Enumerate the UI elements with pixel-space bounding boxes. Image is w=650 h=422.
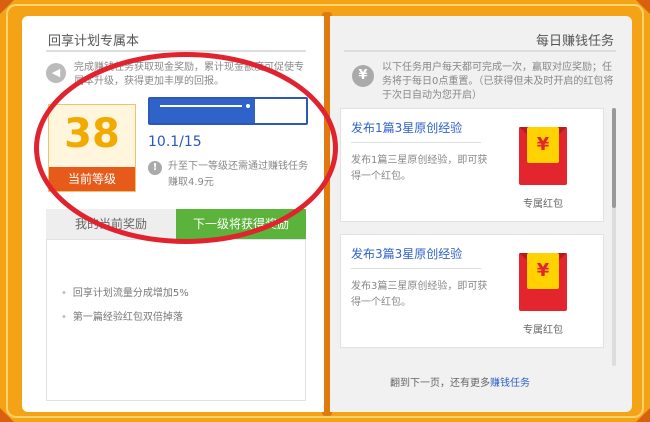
reward-item: 回享计划流量分成增加5% — [61, 284, 189, 299]
reward-item: 第一篇经验红包双倍掉落 — [61, 308, 183, 323]
level-number: 38 — [64, 111, 120, 157]
task-scrollbar[interactable] — [612, 108, 616, 366]
more-tasks-link[interactable]: 赚钱任务 — [490, 378, 530, 389]
level-label: 当前等级 — [49, 167, 135, 191]
tab-next-level-reward[interactable]: 下一级将获得奖励 — [176, 209, 306, 239]
frame-corner — [636, 0, 650, 14]
pager: 翻到下一页，还有更多赚钱任务 — [390, 374, 530, 389]
yen-coin-icon: ¥ — [527, 253, 559, 289]
progress-text: 10.1/15 — [148, 134, 202, 150]
title-divider — [344, 50, 616, 52]
title-divider — [46, 50, 306, 52]
frame-corner — [0, 0, 14, 14]
reward-label: 专属红包 — [523, 325, 563, 336]
speaker-icon: ◀ — [46, 63, 66, 83]
tab-current-reward[interactable]: 我的当前奖励 — [46, 209, 176, 239]
progress-highlight — [160, 105, 242, 107]
frame-corner — [0, 408, 14, 422]
task-divider — [351, 142, 481, 143]
task-title-link[interactable]: 发布3篇3星原创经验 — [351, 245, 462, 262]
upgrade-hint: 升至下一等级还需通过赚钱任务赚取4.9元 — [168, 161, 308, 188]
page-title: 每日赚钱任务 — [535, 34, 614, 49]
scroll-thumb[interactable] — [612, 108, 616, 208]
right-page: 每日赚钱任务 ¥ 以下任务用户每天都可完成一次，赢取对应奖励；任务将于每日0点重… — [330, 16, 632, 412]
task-description: 发布3篇三星原创经验，即可获得一个红包。 — [351, 281, 488, 308]
task-card: 发布1篇3星原创经验 发布1篇三星原创经验，即可获得一个红包。 ¥ 专属红包 — [340, 108, 604, 222]
left-page: 回享计划专属本 ◀ 完成赚钱任务获取现金奖励，累计现金额度可促使专属本升级，获得… — [22, 16, 324, 412]
intro-text: 以下任务用户每天都可完成一次，赢取对应奖励；任务将于每日0点重置。（已获得但未及… — [382, 62, 614, 101]
red-envelope-icon: ¥ — [519, 253, 567, 311]
intro-text: 完成赚钱任务获取现金奖励，累计现金额度可促使专属本升级，获得更加丰厚的回报。 — [74, 62, 304, 87]
yen-icon: ¥ — [352, 65, 374, 87]
reward-tabs: 我的当前奖励 下一级将获得奖励 — [46, 209, 306, 239]
task-title-link[interactable]: 发布1篇3星原创经验 — [351, 119, 462, 136]
task-divider — [351, 268, 481, 269]
progress-marker — [246, 104, 250, 108]
yen-coin-icon: ¥ — [527, 127, 559, 163]
level-badge: 38 当前等级 — [48, 104, 136, 192]
red-envelope-icon: ¥ — [519, 127, 567, 185]
reward-panel: 回享计划流量分成增加5% 第一篇经验红包双倍掉落 — [46, 239, 306, 401]
page-title: 回享计划专属本 — [48, 34, 140, 49]
task-description: 发布1篇三星原创经验，即可获得一个红包。 — [351, 155, 488, 182]
pager-text: 翻到下一页，还有更多 — [390, 378, 490, 389]
info-icon: ! — [148, 161, 162, 175]
frame-corner — [636, 408, 650, 422]
progress-fill — [150, 99, 255, 123]
task-card: 发布3篇3星原创经验 发布3篇三星原创经验，即可获得一个红包。 ¥ 专属红包 — [340, 234, 604, 348]
level-progress-bar — [148, 97, 308, 125]
reward-label: 专属红包 — [523, 199, 563, 210]
